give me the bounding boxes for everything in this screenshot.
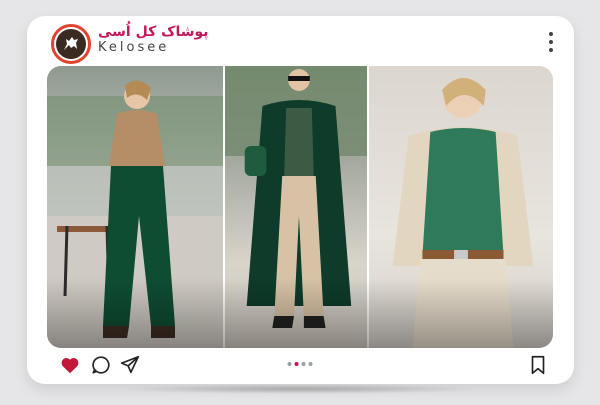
- fashion-look-1: [47, 66, 223, 348]
- card-shadow: [120, 384, 480, 394]
- comment-icon[interactable]: [90, 354, 112, 376]
- post-card: پوشاک کل اُسی Kelosee: [27, 16, 574, 384]
- bookmark-icon[interactable]: [527, 354, 549, 376]
- brand-block[interactable]: پوشاک کل اُسی Kelosee: [98, 24, 209, 55]
- share-icon[interactable]: [119, 354, 141, 376]
- heart-icon[interactable]: [59, 354, 81, 376]
- heart-shape: [61, 357, 79, 374]
- carousel-indicator: [287, 362, 313, 366]
- brand-name-fa: پوشاک کل اُسی: [98, 24, 209, 40]
- carousel-dot[interactable]: [301, 362, 306, 366]
- brand-name-en: Kelosee: [98, 40, 170, 55]
- fashion-look-2: [223, 66, 367, 348]
- carousel-dot[interactable]: [294, 362, 299, 366]
- carousel-dot[interactable]: [287, 362, 292, 366]
- post-media[interactable]: [47, 66, 553, 348]
- more-vertical-icon[interactable]: [548, 32, 554, 52]
- carousel-dot[interactable]: [308, 362, 313, 366]
- fashion-look-3: [367, 66, 553, 348]
- horse-logo-icon: [56, 29, 86, 59]
- avatar[interactable]: [51, 24, 91, 64]
- post-actions: [47, 352, 553, 378]
